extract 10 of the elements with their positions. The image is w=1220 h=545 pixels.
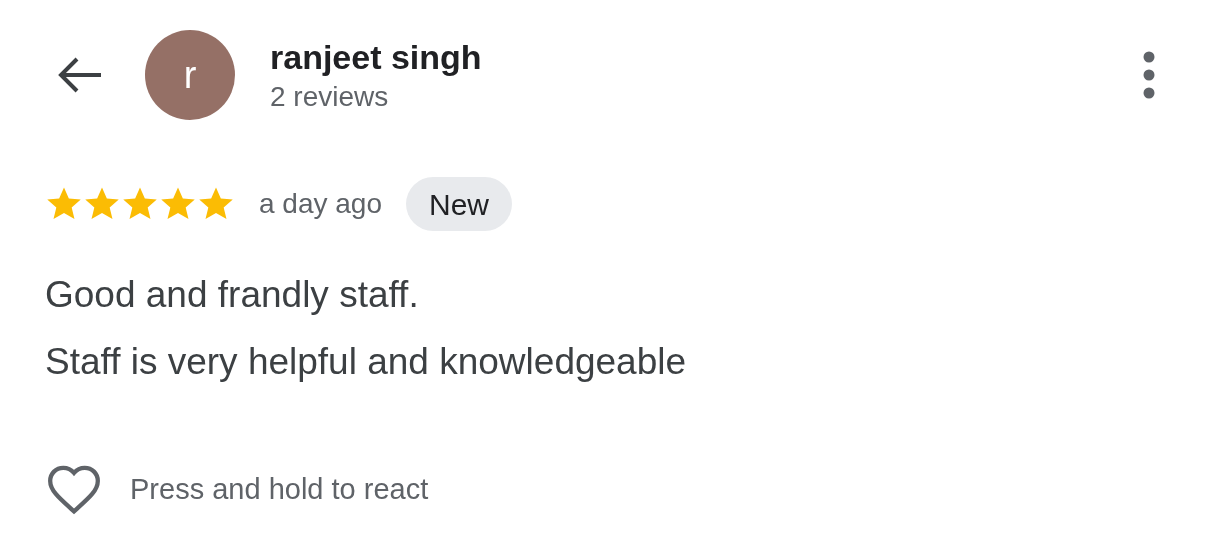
- more-options-icon[interactable]: [1143, 51, 1155, 99]
- avatar[interactable]: r: [145, 30, 235, 120]
- reaction-hint: Press and hold to react: [130, 472, 429, 508]
- review-time: a day ago: [259, 187, 382, 221]
- review-text: Staff is very helpful and knowledgeable: [45, 340, 688, 384]
- new-badge: New: [406, 177, 512, 231]
- heart-icon[interactable]: [45, 465, 103, 515]
- review-text: Good and frandly staff.: [45, 273, 420, 317]
- review-count: 2 reviews: [270, 80, 390, 114]
- reviewer-name[interactable]: ranjeet singh: [270, 35, 482, 79]
